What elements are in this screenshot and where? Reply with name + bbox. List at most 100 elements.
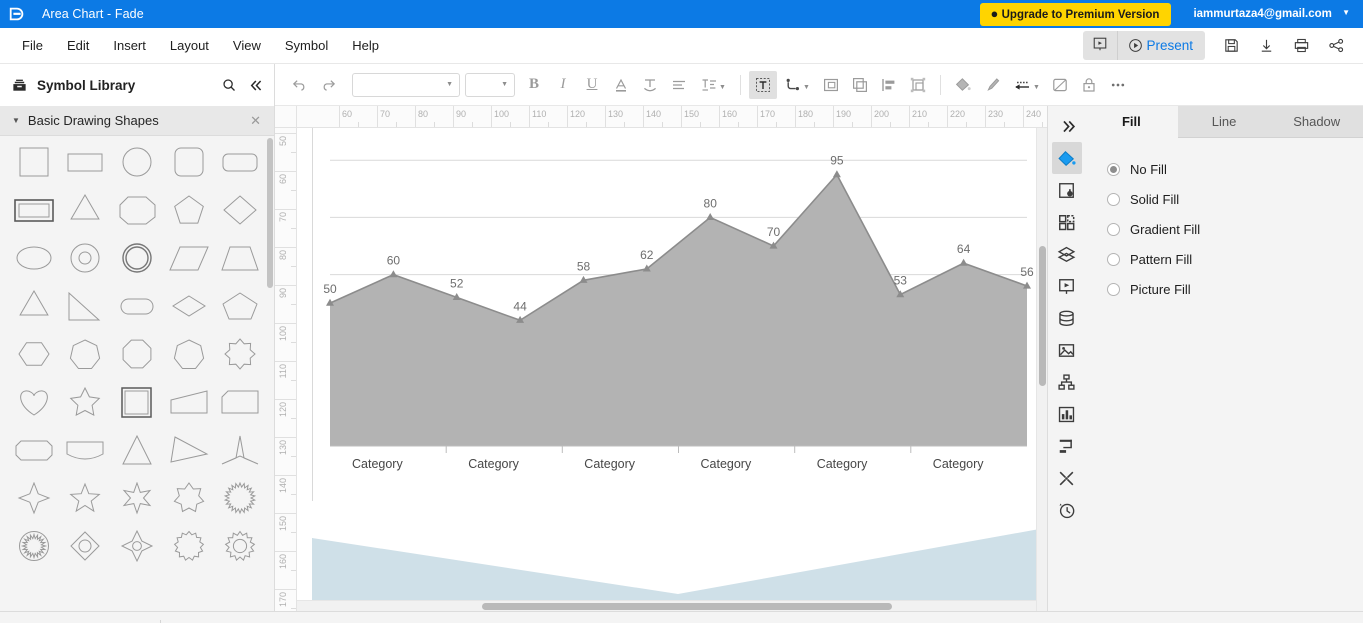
shape-diamond-ring[interactable]: [60, 526, 112, 574]
shape-chamfered-rectangle[interactable]: [214, 382, 266, 430]
rail-fill-color-icon-button[interactable]: [1051, 142, 1082, 174]
shape-six-point-star[interactable]: [111, 478, 163, 526]
rail-callout-icon-button[interactable]: [1052, 430, 1082, 462]
shape-diamond[interactable]: [214, 190, 266, 238]
redo-button[interactable]: [314, 71, 342, 99]
shape-octagon[interactable]: [111, 334, 163, 382]
font-family-select[interactable]: ▼: [352, 72, 460, 97]
lock-button[interactable]: [1075, 71, 1103, 99]
shape-octagon-flat[interactable]: [8, 430, 60, 478]
arrow-style-button[interactable]: ▼: [1007, 71, 1045, 99]
rail-frame-settings-icon-button[interactable]: [1052, 174, 1082, 206]
shape-circle[interactable]: [111, 142, 163, 190]
duplicate-button[interactable]: [846, 71, 874, 99]
vertical-ruler[interactable]: 50 60 70 80 90 100 110 120 130 140 150 160 170: [275, 128, 297, 611]
horizontal-ruler[interactable]: 60 70 80 90 100 110 120 130 140 150 160 170 180 190 20…: [297, 106, 1047, 128]
present-button[interactable]: Present: [1118, 34, 1205, 57]
shape-donut[interactable]: [60, 238, 112, 286]
tab-line[interactable]: Line: [1177, 106, 1271, 138]
shape-seven-point-star[interactable]: [163, 478, 215, 526]
rail-chart-insert-icon-button[interactable]: [1052, 398, 1082, 430]
shape-star-7-blob[interactable]: [214, 334, 266, 382]
radio-solid-fill[interactable]: Solid Fill: [1107, 184, 1363, 214]
shape-concentric-circle[interactable]: [111, 238, 163, 286]
data-marker[interactable]: [959, 258, 968, 266]
upgrade-to-premium-button[interactable]: ● Upgrade to Premium Version: [979, 2, 1172, 26]
shape-pentagon-rounded[interactable]: [214, 286, 266, 334]
shape-four-point-star[interactable]: [8, 478, 60, 526]
data-marker[interactable]: [832, 170, 841, 178]
print-button[interactable]: [1285, 31, 1318, 61]
library-search-button[interactable]: [221, 77, 237, 93]
text-box-button[interactable]: [749, 70, 777, 99]
shape-octagon-rounded[interactable]: [111, 190, 163, 238]
close-icon[interactable]: ✕: [250, 113, 261, 129]
menu-layout[interactable]: Layout: [160, 34, 219, 57]
shape-square[interactable]: [8, 142, 60, 190]
rail-layers-icon-button[interactable]: [1052, 238, 1082, 270]
shape-heart[interactable]: [8, 382, 60, 430]
shape-gear-sunburst-ring[interactable]: [8, 526, 60, 574]
download-button[interactable]: [1250, 31, 1283, 61]
canvas-horizontal-scrollbar[interactable]: [297, 600, 1047, 611]
text-align-button[interactable]: [665, 71, 693, 99]
shape-rhombus[interactable]: [163, 286, 215, 334]
shape-triangle-scalene[interactable]: [163, 430, 215, 478]
group-objects-button[interactable]: [904, 71, 932, 99]
data-marker[interactable]: [389, 270, 398, 278]
tab-fill[interactable]: Fill: [1085, 106, 1178, 138]
rail-app-grid-icon-button[interactable]: [1052, 206, 1082, 238]
shape-heptagon-round[interactable]: [163, 334, 215, 382]
canvas-vscroll-thumb[interactable]: [1039, 246, 1046, 386]
add-page-button[interactable]: +: [238, 619, 249, 623]
rail-org-chart-icon-button[interactable]: [1052, 366, 1082, 398]
menu-view[interactable]: View: [223, 34, 271, 57]
shape-framed-square[interactable]: [111, 382, 163, 430]
shape-parallelogram[interactable]: [163, 238, 215, 286]
series-area[interactable]: [330, 174, 1027, 446]
canvas-vertical-scrollbar[interactable]: [1036, 128, 1047, 611]
shape-rounded-rectangle[interactable]: [214, 142, 266, 190]
align-objects-button[interactable]: [875, 71, 903, 99]
container-button[interactable]: [817, 71, 845, 99]
menu-edit[interactable]: Edit: [57, 34, 99, 57]
shape-double-rectangle[interactable]: [8, 190, 60, 238]
shape-curved-banner[interactable]: [60, 430, 112, 478]
shape-triangle-tall[interactable]: [111, 430, 163, 478]
line-spacing-button[interactable]: ▼: [694, 71, 732, 99]
presentation-mode-button[interactable]: [1083, 31, 1119, 60]
shape-group-header[interactable]: ▼ Basic Drawing Shapes ✕: [0, 106, 274, 136]
curved-text-button[interactable]: [636, 71, 664, 99]
menu-help[interactable]: Help: [342, 34, 389, 57]
rail-shuffle-icon-button[interactable]: [1052, 462, 1082, 494]
shape-pentagon[interactable]: [163, 190, 215, 238]
shape-stadium[interactable]: [111, 286, 163, 334]
shape-cog-ring[interactable]: [214, 526, 266, 574]
italic-button[interactable]: I: [549, 71, 577, 99]
library-collapse-button[interactable]: [247, 77, 264, 94]
shape-star-5[interactable]: [60, 478, 112, 526]
canvas-hscroll-thumb[interactable]: [482, 603, 892, 610]
radio-no-fill[interactable]: No Fill: [1107, 154, 1363, 184]
rail-database-icon-button[interactable]: [1052, 302, 1082, 334]
theme-style-button[interactable]: [1046, 71, 1074, 99]
canvas-stage[interactable]: 50 60 52 44 58 62 80 70 95 53 64 56 Category Category…: [297, 128, 1047, 611]
shape-trapezoid[interactable]: [214, 238, 266, 286]
radio-pattern-fill[interactable]: Pattern Fill: [1107, 244, 1363, 274]
more-options-button[interactable]: [1104, 71, 1132, 99]
shape-cog-12[interactable]: [163, 526, 215, 574]
shape-star-5-rounded[interactable]: [60, 382, 112, 430]
library-scrollbar-thumb[interactable]: [267, 138, 273, 288]
shape-triangle-isoceles[interactable]: [8, 286, 60, 334]
shape-right-trapezoid[interactable]: [163, 382, 215, 430]
share-button[interactable]: [1320, 31, 1353, 61]
account-menu[interactable]: iammurtaza4@gmail.com ▼: [1193, 8, 1363, 20]
shape-four-point-star-ring[interactable]: [111, 526, 163, 574]
rail-history-icon-button[interactable]: [1052, 494, 1082, 526]
shape-heptagon[interactable]: [60, 334, 112, 382]
shape-rounded-square[interactable]: [163, 142, 215, 190]
shape-rectangle[interactable]: [60, 142, 112, 190]
bold-button[interactable]: B: [520, 71, 548, 99]
shape-ellipse[interactable]: [8, 238, 60, 286]
rail-expand-panel-icon-button[interactable]: [1052, 110, 1082, 142]
